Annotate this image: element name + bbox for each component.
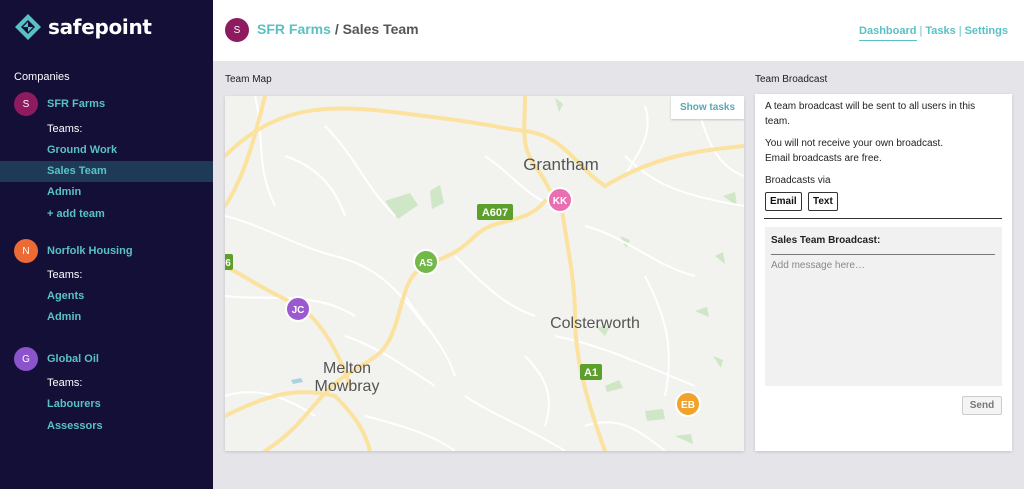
company-sfr-farms[interactable]: S SFR Farms <box>14 92 105 116</box>
send-button[interactable]: Send <box>962 396 1002 415</box>
team-broadcast-title: Team Broadcast <box>755 74 828 85</box>
message-box: Sales Team Broadcast: <box>765 227 1002 386</box>
road-label-a1: A1 <box>584 367 598 379</box>
breadcrumb: SFR Farms / Sales Team <box>257 21 419 37</box>
company-name: Norfolk Housing <box>47 245 133 257</box>
team-link-labourers[interactable]: Labourers <box>0 394 213 415</box>
team-link-assessors[interactable]: Assessors <box>0 416 213 437</box>
text-broadcast-button[interactable]: Text <box>808 192 838 211</box>
company-norfolk-housing[interactable]: N Norfolk Housing <box>14 239 133 263</box>
logo[interactable]: safepoint <box>14 13 152 41</box>
top-nav: Dashboard | Tasks | Settings <box>859 25 1008 41</box>
breadcrumb-separator: / <box>334 21 339 37</box>
road-shields: A607 A1 6 <box>225 204 602 380</box>
teams-label: Teams: <box>47 377 83 389</box>
road-label-edge: 6 <box>225 258 231 269</box>
team-link-ground-work[interactable]: Ground Work <box>0 140 213 161</box>
place-label-grantham: Grantham <box>523 155 599 174</box>
broadcast-message-input[interactable] <box>771 260 995 380</box>
nav-separator: | <box>958 25 962 37</box>
breadcrumb-company-link[interactable]: SFR Farms <box>257 21 331 37</box>
nav-separator: | <box>919 25 923 37</box>
broadcast-panel: A team broadcast will be sent to all use… <box>755 94 1012 451</box>
divider <box>771 254 995 255</box>
team-map[interactable]: A607 A1 6 Grantham Colsterworth Melton M… <box>225 96 744 451</box>
broadcast-info-line: You will not receive your own broadcast. <box>765 138 944 149</box>
minor-roads <box>225 96 744 451</box>
team-link-admin[interactable]: Admin <box>0 182 213 203</box>
teams-label: Teams: <box>47 269 83 281</box>
team-link-agents[interactable]: Agents <box>0 286 213 307</box>
team-link-admin[interactable]: Admin <box>0 307 213 328</box>
broadcast-info-line: Email broadcasts are free. <box>765 153 882 164</box>
road-label-a607: A607 <box>482 207 508 219</box>
place-label-colsterworth: Colsterworth <box>550 315 640 332</box>
company-name: Global Oil <box>47 353 99 365</box>
broadcast-info-line: A team broadcast will be sent to all use… <box>765 101 976 127</box>
sidebar: safepoint Companies S SFR Farms Teams: G… <box>0 0 213 489</box>
major-roads <box>225 96 744 451</box>
safepoint-logo-icon <box>15 14 41 40</box>
company-name: SFR Farms <box>47 98 106 110</box>
place-label-mowbray: Mowbray <box>315 378 380 395</box>
teams-label: Teams: <box>47 123 83 135</box>
marker-as-initials: AS <box>419 258 433 269</box>
breadcrumb-current-team: Sales Team <box>342 21 419 37</box>
divider <box>764 218 1002 219</box>
email-broadcast-button[interactable]: Email <box>765 192 802 211</box>
place-labels: Grantham Colsterworth Melton Mowbray <box>315 155 640 395</box>
company-avatar: S <box>14 92 38 116</box>
place-label-melton: Melton <box>323 360 371 377</box>
water-area <box>291 378 303 384</box>
marker-jc-initials: JC <box>292 305 305 316</box>
header: S SFR Farms / Sales Team Dashboard | Tasks… <box>213 0 1024 61</box>
companies-label: Companies <box>14 71 70 83</box>
broadcasts-via-label: Broadcasts via <box>765 175 831 186</box>
marker-eb-initials: EB <box>681 400 695 411</box>
company-global-oil[interactable]: G Global Oil <box>14 347 99 371</box>
nav-tasks[interactable]: Tasks <box>925 25 955 37</box>
nav-dashboard[interactable]: Dashboard <box>859 25 917 41</box>
team-link-sales-team[interactable]: Sales Team <box>0 161 213 182</box>
add-team-link[interactable]: + add team <box>0 204 213 225</box>
map-canvas: A607 A1 6 Grantham Colsterworth Melton M… <box>225 96 744 451</box>
logo-text: safepoint <box>48 15 152 39</box>
nav-settings[interactable]: Settings <box>965 25 1008 37</box>
show-tasks-button[interactable]: Show tasks <box>671 96 744 119</box>
message-box-title: Sales Team Broadcast: <box>771 235 881 246</box>
marker-kk-initials: KK <box>553 196 568 207</box>
team-map-title: Team Map <box>225 74 272 85</box>
header-company-avatar: S <box>225 18 249 42</box>
company-avatar: N <box>14 239 38 263</box>
company-avatar: G <box>14 347 38 371</box>
